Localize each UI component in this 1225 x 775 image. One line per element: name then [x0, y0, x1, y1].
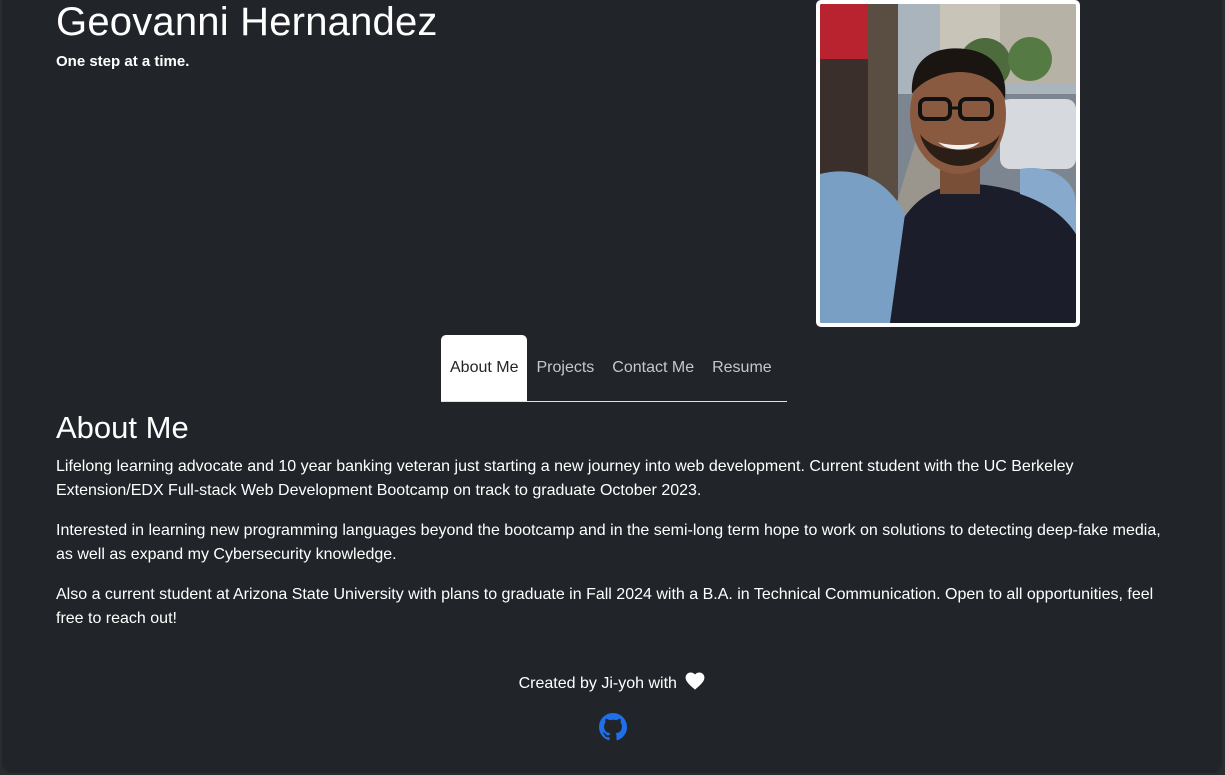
- profile-photo-frame: [816, 0, 1080, 327]
- tab-about-me[interactable]: About Me: [441, 335, 528, 401]
- nav-tabs: About Me Projects Contact Me Resume: [441, 335, 787, 402]
- page-window: Geovanni Hernandez One step at a time. A…: [2, 0, 1222, 773]
- section-title: About Me: [56, 410, 189, 445]
- about-paragraph: Also a current student at Arizona State …: [56, 586, 1154, 627]
- footer-credit-text: Created by Ji-yoh with: [518, 675, 677, 692]
- tab-resume[interactable]: Resume: [703, 335, 781, 401]
- about-paragraph: Interested in learning new programming l…: [56, 522, 1161, 563]
- heart-icon: [685, 672, 705, 690]
- tab-contact-me[interactable]: Contact Me: [603, 335, 703, 401]
- page-title: Geovanni Hernandez: [56, 0, 438, 44]
- tab-projects[interactable]: Projects: [527, 335, 603, 401]
- footer-credit: Created by Ji-yoh with: [2, 672, 1222, 696]
- github-icon[interactable]: [599, 713, 627, 741]
- about-paragraph: Lifelong learning advocate and 10 year b…: [56, 458, 1074, 499]
- tagline: One step at a time.: [56, 53, 190, 70]
- profile-photo: [820, 4, 1076, 323]
